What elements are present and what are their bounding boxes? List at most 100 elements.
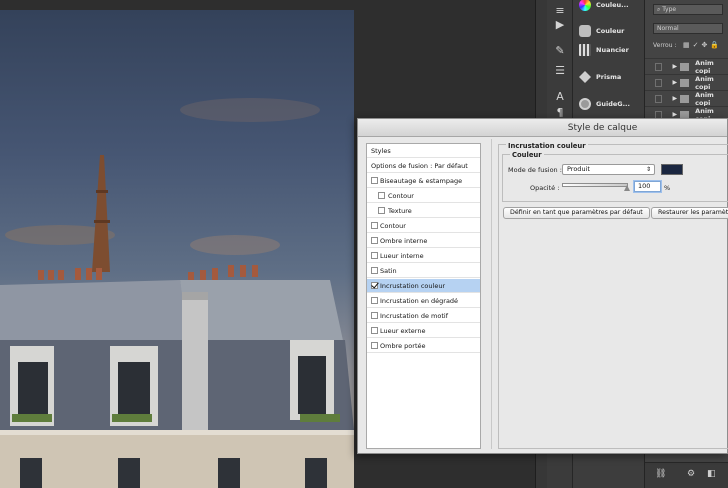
- style-item-label: Lueur interne: [380, 251, 424, 260]
- style-item-label: Incrustation en dégradé: [380, 296, 459, 305]
- panel-label: Couleur: [596, 27, 625, 35]
- couleur-group-frame: [502, 154, 728, 202]
- layers-bottom-toolbar: ⛓ ⚙ ◧: [645, 462, 728, 488]
- panel-colour-wheel[interactable]: Couleu...: [579, 0, 629, 14]
- style-checkbox[interactable]: [371, 297, 378, 304]
- panel-label: Couleu...: [596, 1, 629, 9]
- style-checkbox[interactable]: [371, 327, 378, 334]
- opacity-slider-thumb[interactable]: [624, 185, 630, 191]
- panel-label: GuideG...: [596, 100, 630, 108]
- lock-icons[interactable]: ▦✓✥🔒: [683, 41, 722, 49]
- swatches-icon: [579, 44, 591, 56]
- folder-icon: [680, 62, 690, 71]
- style-item-blending-options[interactable]: Options de fusion : Par défaut: [367, 159, 480, 173]
- style-item-label: Ombre interne: [380, 236, 428, 245]
- set-default-button[interactable]: Définir en tant que paramètres par défau…: [503, 207, 650, 219]
- section-title: Incrustation couleur: [506, 142, 588, 150]
- layer-row[interactable]: ▶ Anim copi: [645, 90, 728, 107]
- dialog-title[interactable]: Style de calque: [358, 119, 727, 137]
- blend-mode-select[interactable]: Produit ⇕: [562, 164, 655, 175]
- styles-header[interactable]: Styles: [367, 144, 480, 158]
- style-item-satin[interactable]: Satin: [367, 264, 480, 278]
- visibility-toggle[interactable]: [655, 94, 663, 103]
- group-title: Couleur: [510, 151, 544, 159]
- fx-icon[interactable]: ⚙: [687, 469, 695, 479]
- opacity-input[interactable]: 100: [633, 180, 662, 193]
- style-checkbox[interactable]: [378, 192, 385, 199]
- style-checkbox[interactable]: [371, 312, 378, 319]
- blend-mode-value: Normal: [657, 25, 679, 32]
- palette-icon: [579, 25, 591, 37]
- style-item-label: Incrustation couleur: [380, 281, 446, 290]
- link-icon[interactable]: ⛓: [655, 469, 666, 479]
- sliders-icon[interactable]: ☰: [553, 64, 567, 78]
- style-item-label: Contour: [388, 191, 414, 200]
- panel-nuancier[interactable]: Nuancier: [579, 41, 629, 59]
- document-photo[interactable]: [0, 10, 354, 488]
- visibility-toggle[interactable]: [655, 78, 663, 87]
- style-checkbox[interactable]: [378, 207, 385, 214]
- panel-prisma[interactable]: Prisma: [579, 68, 621, 86]
- character-icon[interactable]: A: [553, 90, 567, 104]
- style-item-inner-glow[interactable]: Lueur interne: [367, 249, 480, 263]
- style-item-label: Texture: [388, 206, 412, 215]
- style-item-outer-glow[interactable]: Lueur externe: [367, 324, 480, 338]
- style-item-label: Biseautage & estampage: [380, 176, 463, 185]
- opacity-label: Opacité :: [530, 184, 560, 192]
- style-item-color-overlay[interactable]: Incrustation couleur: [367, 279, 480, 293]
- brush-tool-icon[interactable]: ✎: [553, 44, 567, 58]
- style-item-pattern-overlay[interactable]: Incrustation de motif: [367, 309, 480, 323]
- style-checkbox[interactable]: [371, 252, 378, 259]
- style-checkbox[interactable]: [371, 177, 378, 184]
- style-item-stroke[interactable]: Contour: [367, 219, 480, 233]
- lock-label: Verrou :: [653, 42, 677, 49]
- folder-icon: [680, 94, 690, 103]
- visibility-toggle[interactable]: [655, 62, 663, 71]
- style-item-label: Options de fusion : Par défaut: [371, 161, 468, 170]
- layer-name: Anim copi: [695, 58, 714, 75]
- layers-stack-icon[interactable]: ≡: [553, 4, 567, 18]
- style-item-gradient-overlay[interactable]: Incrustation en dégradé: [367, 294, 480, 308]
- select-arrows-icon: ⇕: [645, 166, 651, 173]
- style-item-bevel-emboss[interactable]: Biseautage & estampage: [367, 174, 480, 188]
- panel-couleur[interactable]: Couleur: [579, 22, 624, 40]
- style-checkbox-checked[interactable]: [371, 282, 378, 289]
- mask-icon[interactable]: ◧: [707, 469, 716, 479]
- expand-triangle-icon[interactable]: ▶: [672, 111, 677, 118]
- style-item-label: Contour: [380, 221, 406, 230]
- layer-blend-mode-select[interactable]: Normal: [653, 23, 723, 34]
- play-icon[interactable]: ▶: [553, 18, 567, 32]
- prisma-icon: [579, 71, 591, 83]
- blend-mode-label: Mode de fusion :: [508, 166, 562, 174]
- restore-default-button[interactable]: Restaurer les paramètres: [651, 207, 728, 219]
- layer-filter-label: Type: [662, 6, 677, 13]
- opacity-slider[interactable]: [562, 183, 628, 187]
- expand-triangle-icon[interactable]: ▶: [672, 63, 677, 70]
- style-checkbox[interactable]: [371, 237, 378, 244]
- style-item-label: Satin: [380, 266, 397, 275]
- overlay-color-swatch[interactable]: [661, 164, 683, 175]
- opacity-unit: %: [664, 184, 671, 192]
- expand-triangle-icon[interactable]: ▶: [672, 79, 677, 86]
- blend-mode-value: Produit: [567, 165, 590, 173]
- layer-row[interactable]: ▶ Anim copi: [645, 74, 728, 91]
- layer-row[interactable]: ▶ Anim copi: [645, 58, 728, 75]
- styles-list: Styles Options de fusion : Par défaut Bi…: [366, 143, 481, 449]
- guide-icon: [579, 98, 591, 110]
- panel-guideguide[interactable]: GuideG...: [579, 95, 630, 113]
- style-item-label: Lueur externe: [380, 326, 426, 335]
- expand-triangle-icon[interactable]: ▶: [672, 95, 677, 102]
- style-settings-pane: Incrustation couleur Couleur Mode de fus…: [491, 139, 728, 449]
- layer-name: Anim copi: [695, 74, 714, 91]
- layer-filter-field[interactable]: ⌕ Type: [653, 4, 723, 15]
- style-item-label: Ombre portée: [380, 341, 426, 350]
- style-item-drop-shadow[interactable]: Ombre portée: [367, 339, 480, 353]
- style-checkbox[interactable]: [371, 222, 378, 229]
- style-checkbox[interactable]: [371, 342, 378, 349]
- styles-header-label: Styles: [371, 146, 391, 155]
- style-item-inner-shadow[interactable]: Ombre interne: [367, 234, 480, 248]
- layer-style-dialog: Style de calque Styles Options de fusion…: [357, 118, 728, 454]
- style-checkbox[interactable]: [371, 267, 378, 274]
- style-item-texture[interactable]: Texture: [367, 204, 480, 218]
- style-item-contour-sub[interactable]: Contour: [367, 189, 480, 203]
